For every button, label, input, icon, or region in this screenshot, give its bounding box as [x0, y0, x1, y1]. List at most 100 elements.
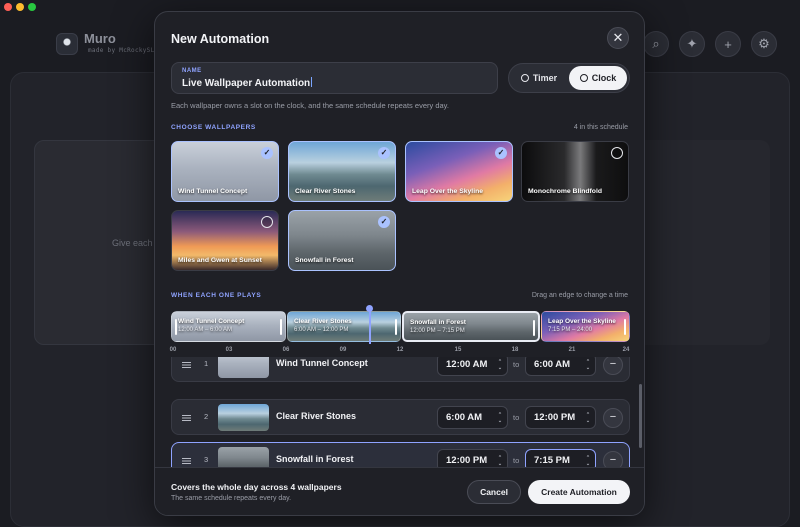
check-icon: ✓	[378, 216, 390, 228]
chevron-up-down-icon[interactable]: ⌃ ⌄	[497, 412, 503, 424]
mode-clock-label: Clock	[591, 73, 617, 83]
chevron-up-down-icon[interactable]: ⌃ ⌄	[585, 412, 591, 424]
minus-icon: −	[609, 411, 617, 423]
wallpaper-card-leap-skyline[interactable]: ✓ Leap Over the Skyline	[405, 141, 513, 202]
wallpaper-name: Clear River Stones	[295, 188, 356, 195]
timeline-handle[interactable]	[395, 319, 397, 335]
timeline-segment-range: 12:00 AM – 6:00 AM	[178, 327, 233, 333]
unchecked-circle-icon	[611, 147, 623, 159]
mode-clock-button[interactable]: Clock	[569, 66, 627, 90]
timeline-handle[interactable]	[624, 319, 626, 335]
end-time-field[interactable]: 12:00 PM ⌃ ⌄	[525, 406, 596, 429]
mode-timer-label: Timer	[532, 73, 558, 83]
search-icon[interactable]: ⌕	[643, 31, 669, 57]
wallpaper-card-clear-river[interactable]: ✓ Clear River Stones	[288, 141, 396, 202]
name-field[interactable]: NAME Live Wallpaper Automation	[171, 62, 498, 94]
hour-tick: 09	[339, 347, 347, 353]
gear-icon[interactable]: ⚙	[751, 31, 777, 57]
zoom-window-button[interactable]	[28, 3, 36, 11]
coverage-summary: Covers the whole day across 4 wallpapers	[171, 482, 342, 492]
minimize-window-button[interactable]	[16, 3, 24, 11]
current-time-indicator	[369, 308, 371, 344]
start-time-value: 12:00 AM	[446, 359, 488, 370]
hour-axis: 00 03 06 09 12 15 18 21 24	[170, 347, 630, 357]
timeline-heading: WHEN EACH ONE PLAYS	[171, 292, 262, 299]
drag-handle-icon[interactable]	[182, 415, 191, 421]
name-input[interactable]: Live Wallpaper Automation	[182, 77, 312, 89]
timeline-handle[interactable]	[533, 320, 535, 336]
drag-handle-icon[interactable]	[182, 458, 191, 464]
new-automation-dialog: New Automation ✕ NAME Live Wallpaper Aut…	[154, 11, 645, 516]
wallpaper-name: Miles and Gwen at Sunset	[178, 257, 262, 264]
to-label: to	[513, 360, 520, 369]
chevron-up-down-icon[interactable]: ⌃ ⌄	[497, 455, 503, 467]
timeline-handle[interactable]	[280, 319, 282, 335]
row-number: 2	[204, 412, 209, 421]
row-name: Wind Tunnel Concept	[276, 358, 368, 368]
minus-icon: −	[609, 454, 617, 466]
cancel-button[interactable]: Cancel	[467, 480, 521, 504]
timeline-handle[interactable]	[175, 319, 177, 335]
wallpaper-card-miles-gwen[interactable]: Miles and Gwen at Sunset	[171, 210, 279, 271]
timeline-segment[interactable]: Clear River Stones 6:00 AM – 12:00 PM	[287, 311, 401, 342]
chevron-up-down-icon[interactable]: ⌃ ⌄	[497, 359, 503, 371]
chevron-up-down-icon[interactable]: ⌃ ⌄	[585, 455, 591, 467]
schedule-row: 1 Wind Tunnel Concept 12:00 AM ⌃ ⌄ to 6:0…	[171, 357, 630, 382]
app-title: Muro	[84, 31, 116, 46]
timeline-segment-range: 6:00 AM – 12:00 PM	[294, 327, 349, 333]
hour-tick: 03	[225, 347, 233, 353]
row-name: Snowfall in Forest	[276, 454, 354, 464]
clock-icon	[579, 74, 588, 82]
drag-handle-icon[interactable]	[182, 362, 191, 368]
check-icon: ✓	[261, 147, 273, 159]
create-automation-button[interactable]: Create Automation	[528, 480, 630, 504]
start-time-value: 6:00 AM	[446, 412, 483, 423]
row-name: Clear River Stones	[276, 411, 357, 421]
to-label: to	[513, 456, 520, 465]
app-toolbar: ⌕ ✦ + ⚙	[643, 31, 777, 57]
start-time-field[interactable]: 6:00 AM ⌃ ⌄	[437, 406, 508, 429]
timeline-segment-name: Snowfall in Forest	[410, 319, 466, 326]
timeline-segment-range: 12:00 PM – 7:15 PM	[410, 328, 465, 334]
timeline-segment[interactable]: Wind Tunnel Concept 12:00 AM – 6:00 AM	[171, 311, 286, 342]
plus-icon[interactable]: +	[715, 31, 741, 57]
check-icon: ✓	[378, 147, 390, 159]
to-label: to	[513, 413, 520, 422]
mode-timer-button[interactable]: Timer	[511, 66, 567, 90]
wallpaper-card-monochrome[interactable]: Monochrome Blindfold	[521, 141, 629, 202]
hour-tick: 06	[282, 347, 290, 353]
coverage-subtitle: The same schedule repeats every day.	[171, 495, 292, 502]
wallpaper-name: Monochrome Blindfold	[528, 188, 603, 195]
remove-row-button[interactable]: −	[603, 408, 623, 428]
remove-row-button[interactable]: −	[603, 357, 623, 375]
wallpaper-count: 4 in this schedule	[573, 124, 628, 131]
end-time-value: 12:00 PM	[534, 412, 576, 423]
close-icon: ✕	[612, 30, 624, 45]
end-time-field[interactable]: 6:00 AM ⌃ ⌄	[525, 357, 596, 376]
timeline-segment-name: Clear River Stones	[294, 318, 352, 325]
wallpaper-card-wind-tunnel[interactable]: ✓ Wind Tunnel Concept	[171, 141, 279, 202]
sparkle-icon[interactable]: ✦	[679, 31, 705, 57]
unchecked-circle-icon	[261, 216, 273, 228]
wallpaper-name: Leap Over the Skyline	[412, 188, 484, 195]
window-controls	[4, 3, 36, 11]
schedule-hint: Each wallpaper owns a slot on the clock,…	[171, 101, 449, 110]
close-button[interactable]: ✕	[607, 27, 629, 49]
wallpaper-card-snowfall[interactable]: ✓ Snowfall in Forest	[288, 210, 396, 271]
hour-tick: 15	[454, 347, 462, 353]
timeline-segment[interactable]: Leap Over the Skyline 7:15 PM – 24:00	[541, 311, 630, 342]
dialog-title: New Automation	[171, 32, 270, 46]
row-number: 3	[204, 455, 209, 464]
start-time-field[interactable]: 12:00 AM ⌃ ⌄	[437, 357, 508, 376]
dialog-footer: Covers the whole day across 4 wallpapers…	[155, 467, 644, 515]
schedule-timeline: Wind Tunnel Concept 12:00 AM – 6:00 AM C…	[171, 311, 630, 342]
wallpaper-name: Wind Tunnel Concept	[178, 188, 248, 195]
scrollbar[interactable]	[639, 384, 642, 448]
schedule-list: 1 Wind Tunnel Concept 12:00 AM ⌃ ⌄ to 6:0…	[171, 357, 630, 477]
timeline-segment[interactable]: Snowfall in Forest 12:00 PM – 7:15 PM	[402, 311, 540, 342]
minus-icon: −	[609, 358, 617, 370]
background-card-hint: Give each e	[112, 238, 161, 248]
hour-tick: 24	[622, 347, 630, 353]
close-window-button[interactable]	[4, 3, 12, 11]
chevron-up-down-icon[interactable]: ⌃ ⌄	[585, 359, 591, 371]
